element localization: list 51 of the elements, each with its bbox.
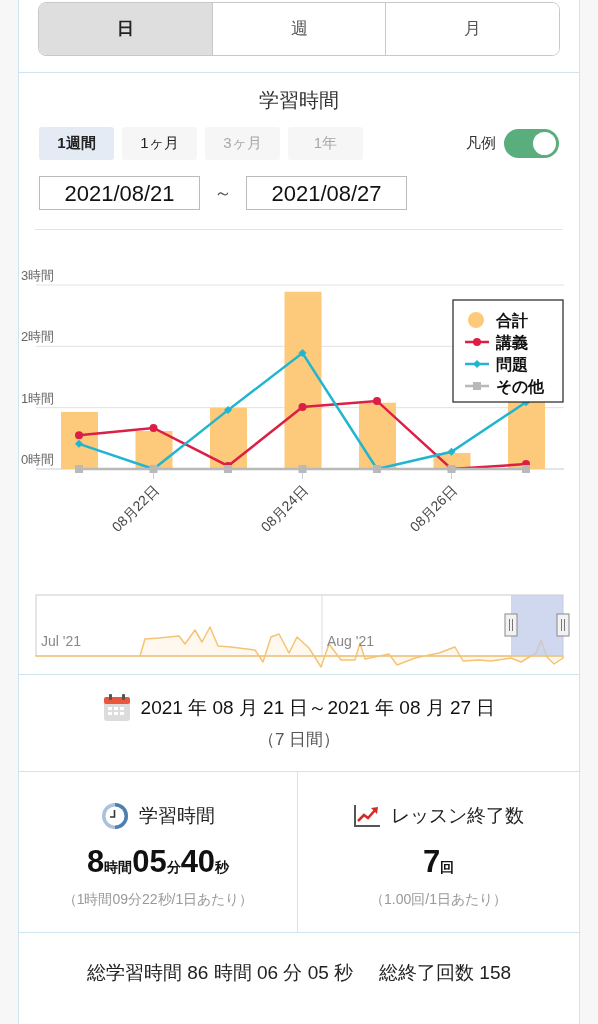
per-day-average: （1時間09分22秒/1日あたり） [62, 890, 254, 909]
x-axis-label: 08月24日 [257, 481, 311, 535]
range-button[interactable]: 1週間 [39, 127, 114, 160]
data-point [149, 423, 158, 432]
stat-value: 8時間05分40秒 [86, 842, 230, 881]
drag-handle[interactable] [556, 613, 570, 637]
bar [61, 411, 98, 469]
data-point [224, 406, 232, 415]
stat-value: 7回 [422, 842, 455, 881]
clock-icon [101, 802, 129, 831]
date-field[interactable]: 2021/08/21 [39, 176, 200, 210]
legend-label: 合計 [496, 312, 528, 329]
legend-swatch-icon [465, 338, 489, 346]
y-axis-label: 0時間 [21, 452, 55, 467]
range-separator: ～ [214, 181, 232, 205]
drag-handle[interactable] [504, 613, 518, 637]
legend-label: 講義 [496, 334, 528, 351]
total-summary: 総学習時間 86 時間 06 分 05 秒 [86, 961, 354, 985]
data-point [298, 403, 307, 412]
y-axis-label: 2時間 [21, 329, 55, 345]
legend-label: 問題 [496, 356, 528, 373]
period-days: （7 日間） [257, 726, 341, 752]
stat-label: レッスン終了数 [391, 804, 524, 828]
data-point [75, 465, 83, 473]
legend-toggle-label: 凡例 [466, 133, 496, 154]
calendar-icon [102, 694, 131, 723]
stat-label: 学習時間 [139, 804, 215, 828]
period-range: 2021 年 08 月 21 日～2021 年 08 月 27 日 [140, 696, 496, 720]
navigator-label: Jul '21 [41, 633, 82, 649]
data-point [298, 465, 307, 473]
per-day-average: （1.00回/1日あたり） [370, 890, 507, 909]
chart-title: 学習時間 [258, 88, 340, 113]
y-axis-label: 3時間 [21, 268, 55, 283]
view-tab[interactable]: 月 [385, 3, 559, 55]
x-axis-label: 08月22日 [108, 481, 162, 535]
legend-swatch-icon [465, 382, 489, 390]
range-button[interactable]: 1ヶ月 [122, 127, 197, 160]
data-point [373, 396, 381, 405]
total-summary: 総終了回数 158 [379, 961, 512, 985]
view-tab[interactable]: 日 [39, 3, 212, 55]
legend-toggle[interactable] [504, 129, 559, 158]
data-point [298, 349, 307, 358]
legend-label: その他 [496, 378, 544, 395]
x-axis-label: 08月26日 [406, 481, 460, 535]
legend-swatch-icon [465, 360, 489, 368]
trend-chart-icon [353, 804, 381, 829]
legend-swatch-icon [468, 312, 484, 328]
y-axis-label: 1時間 [21, 390, 55, 406]
navigator-label: Aug '21 [327, 633, 375, 649]
data-point [447, 447, 456, 456]
date-field[interactable]: 2021/08/27 [246, 176, 407, 210]
